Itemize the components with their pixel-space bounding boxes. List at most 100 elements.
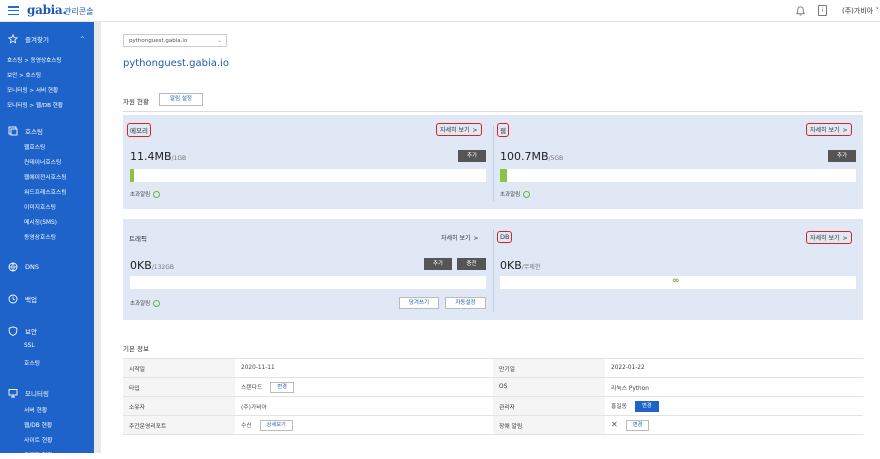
sidebar-item-wordpress-hosting[interactable]: 워드프레스호스팅 bbox=[24, 187, 67, 196]
weekly-report-label: 주간운영리포트 bbox=[123, 415, 235, 435]
admin-cell: 홍길동 변경 bbox=[605, 396, 863, 416]
db-usage: 0KB/무제한 bbox=[500, 259, 540, 272]
page-title: pythonguest.gabia.io bbox=[123, 58, 229, 69]
traffic-usage-bar bbox=[130, 276, 486, 289]
resource-title: 자원 현황 bbox=[123, 98, 149, 106]
document-icon[interactable]: i bbox=[818, 5, 827, 16]
report-detail-button[interactable]: 상세보기 bbox=[259, 419, 293, 431]
sidebar-dns[interactable]: DNS bbox=[8, 262, 39, 272]
sidebar-item-ssl[interactable]: SSL bbox=[24, 343, 35, 349]
table-row: 주간운영리포트 수신 상세보기 장애 알림 ✕ 변경 bbox=[123, 415, 863, 435]
divider bbox=[123, 111, 863, 112]
fault-change-button[interactable]: 변경 bbox=[625, 419, 650, 431]
alarm-settings-button[interactable]: 알림 설정 bbox=[159, 93, 203, 106]
chevron-right-icon: > bbox=[473, 235, 479, 242]
web-total: /5GB bbox=[548, 155, 564, 162]
sidebar-item-traffic-status[interactable]: 트래픽 현황 bbox=[24, 450, 53, 459]
weekly-report-cell: 수신 상세보기 bbox=[235, 415, 493, 435]
bell-icon[interactable] bbox=[795, 5, 806, 17]
memory-usage-bar bbox=[130, 169, 486, 182]
sidebar-item-image-hosting[interactable]: 이미지호스팅 bbox=[24, 202, 56, 211]
web-detail-link[interactable]: 자세히 보기 > bbox=[806, 123, 852, 136]
memory-usage: 11.4MB/1GB bbox=[130, 150, 186, 163]
os-value: 리눅스 Python bbox=[605, 377, 863, 397]
sidebar-item-security-hosting[interactable]: 호스팅 bbox=[24, 358, 40, 367]
traffic-charge-button[interactable]: 충전 bbox=[457, 258, 486, 270]
memory-detail-link[interactable]: 자세히 보기 > bbox=[436, 123, 482, 136]
dns-label: DNS bbox=[25, 263, 39, 271]
memory-used: 11.4MB bbox=[130, 150, 172, 163]
type-label: 타입 bbox=[123, 377, 235, 397]
domain-select[interactable]: pythonguest.gabia.io ⌄ bbox=[123, 34, 227, 47]
shield-icon bbox=[8, 326, 18, 336]
top-bar: gabia. 관리콘솔 i (주)가비아 ˅ bbox=[0, 0, 880, 22]
gabia-logo[interactable]: gabia. bbox=[27, 3, 67, 17]
sidebar-item-web-db-status[interactable]: 웹/DB 현황 bbox=[24, 420, 52, 429]
user-menu[interactable]: (주)가비아 ˅ bbox=[842, 6, 879, 16]
basic-info-title: 기본 정보 bbox=[123, 345, 149, 353]
favorite-item[interactable]: 모니터링 > 서버 현황 bbox=[7, 86, 58, 94]
sidebar-monitoring[interactable]: 모니터링 bbox=[8, 388, 49, 398]
sidebar-item-agency-hosting[interactable]: 웹에이전시호스팅 bbox=[24, 172, 67, 181]
memory-usage-fill bbox=[130, 169, 134, 182]
fault-alert-cell: ✕ 변경 bbox=[605, 415, 863, 435]
basic-info-table: 시작일 2020-11-11 만기일 2022-01-22 타입 스탠다드 변경 … bbox=[123, 358, 863, 435]
db-detail-link[interactable]: 자세히 보기 > bbox=[806, 231, 852, 244]
web-used: 100.7MB bbox=[500, 150, 549, 163]
sidebar-item-site-status[interactable]: 사이트 현황 bbox=[24, 435, 53, 444]
menu-icon[interactable] bbox=[8, 6, 19, 16]
favorite-item[interactable]: 모니터링 > 웹/DB 현황 bbox=[7, 101, 63, 109]
type-change-button[interactable]: 변경 bbox=[270, 381, 294, 393]
security-label: 보안 bbox=[25, 328, 37, 336]
type-value: 스탠다드 bbox=[241, 384, 263, 391]
detail-label: 자세히 보기 bbox=[810, 235, 840, 242]
user-name: (주)가비아 bbox=[842, 7, 874, 15]
sidebar-scrollbar[interactable] bbox=[94, 22, 101, 453]
web-usage-fill bbox=[500, 169, 508, 182]
admin-change-button[interactable]: 변경 bbox=[635, 400, 659, 412]
web-usage-bar bbox=[500, 169, 856, 182]
sidebar-item-video-hosting[interactable]: 동영상호스팅 bbox=[24, 232, 56, 241]
traffic-total: /132GB bbox=[151, 264, 175, 271]
star-icon bbox=[8, 34, 18, 44]
sidebar-security[interactable]: 보안 bbox=[8, 326, 37, 336]
sidebar-item-server-status[interactable]: 서버 현황 bbox=[24, 405, 47, 414]
sidebar: 즐겨찾기 ^ 호스팅 > 동영상호스팅 보안 > 호스팅 모니터링 > 서버 현… bbox=[0, 22, 94, 459]
sidebar-item-web-hosting[interactable]: 웹호스팅 bbox=[24, 142, 45, 151]
sidebar-item-container-hosting[interactable]: 컨테이너호스팅 bbox=[24, 157, 61, 166]
sidebar-favorites[interactable]: 즐겨찾기 bbox=[8, 34, 49, 44]
memory-add-button[interactable]: 추가 bbox=[458, 150, 486, 162]
start-date-label: 시작일 bbox=[123, 358, 235, 378]
traffic-label: 트래픽 bbox=[129, 235, 147, 243]
db-label: DB bbox=[497, 231, 513, 243]
type-cell: 스탠다드 변경 bbox=[235, 377, 493, 397]
clock-icon bbox=[8, 294, 18, 304]
traffic-over-alarm: 초과알림 bbox=[130, 299, 161, 307]
traffic-detail-link[interactable]: 자세히 보기 > bbox=[441, 233, 479, 242]
expire-date-value: 2022-01-22 bbox=[605, 358, 863, 378]
sidebar-hosting[interactable]: 호스팅 bbox=[8, 126, 43, 136]
web-card: 웹 자세히 보기 > 100.7MB/5GB 추가 초과알림 bbox=[493, 115, 863, 209]
traffic-auto-setting-button[interactable]: 자동설정 bbox=[445, 297, 486, 309]
status-circle-icon bbox=[153, 190, 161, 198]
favorite-item[interactable]: 보안 > 호스팅 bbox=[7, 71, 41, 79]
monitor-icon bbox=[8, 389, 18, 398]
table-row: 시작일 2020-11-11 만기일 2022-01-22 bbox=[123, 358, 863, 378]
sidebar-backup[interactable]: 백업 bbox=[8, 294, 37, 304]
traffic-usage: 0KB/132GB bbox=[130, 259, 174, 272]
over-alarm-label: 초과알림 bbox=[130, 301, 151, 307]
sidebar-item-sms[interactable]: 메시징(SMS) bbox=[24, 217, 57, 226]
os-label: OS bbox=[493, 377, 605, 397]
chevron-up-icon[interactable]: ^ bbox=[80, 36, 85, 43]
traffic-borrow-button[interactable]: 당겨쓰기 bbox=[399, 297, 439, 309]
favorite-item[interactable]: 호스팅 > 동영상호스팅 bbox=[7, 56, 62, 64]
infinity-icon: ∞ bbox=[672, 276, 680, 286]
detail-label: 자세히 보기 bbox=[810, 127, 840, 134]
web-add-button[interactable]: 추가 bbox=[828, 150, 856, 162]
status-circle-icon bbox=[523, 190, 531, 198]
traffic-add-button[interactable]: 추가 bbox=[424, 258, 452, 270]
memory-card: 메모리 자세히 보기 > 11.4MB/1GB 추가 초과알림 bbox=[123, 115, 493, 209]
admin-value: 홍길동 bbox=[611, 403, 627, 410]
hosting-label: 호스팅 bbox=[25, 128, 43, 136]
favorites-label: 즐겨찾기 bbox=[25, 36, 49, 44]
